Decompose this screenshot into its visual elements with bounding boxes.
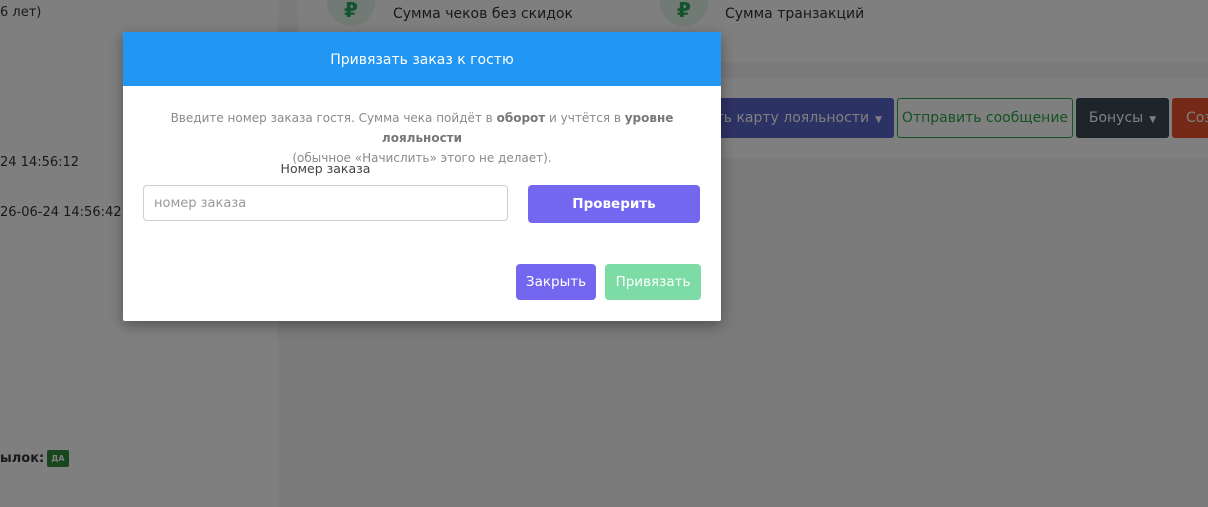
order-number-label: Номер заказа [280, 161, 371, 176]
bind-order-button[interactable]: Привязать [605, 264, 701, 300]
description-text: и учтётся в [545, 111, 625, 125]
check-button[interactable]: Проверить [528, 185, 700, 223]
description-text: Введите номер заказа гостя. Сумма чека п… [170, 111, 497, 125]
link-order-modal: Привязать заказ к гостю Введите номер за… [123, 32, 721, 321]
description-emphasis-turnover: оборот [496, 111, 546, 125]
modal-description: Введите номер заказа гостя. Сумма чека п… [123, 108, 721, 168]
modal-title: Привязать заказ к гостю [123, 32, 721, 86]
close-button[interactable]: Закрыть [516, 264, 596, 300]
order-number-input[interactable] [143, 185, 508, 221]
